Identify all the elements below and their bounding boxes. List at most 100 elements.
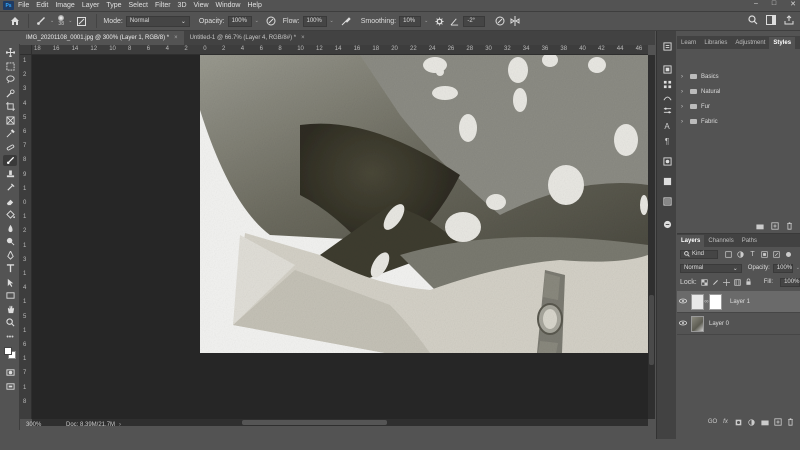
filter-toggle-icon[interactable] [786, 251, 791, 257]
dropdown-arrow-icon[interactable]: ⌄ [796, 265, 800, 271]
tab-adjustments[interactable]: Adjustment [731, 37, 769, 49]
crop-tool-icon[interactable] [3, 101, 17, 112]
clone-stamp-tool-icon[interactable] [3, 169, 17, 180]
layer-style-icon[interactable]: fx [721, 418, 730, 426]
tab-paths[interactable]: Paths [738, 235, 761, 247]
link-layers-icon[interactable]: GO [708, 418, 717, 426]
menu-window[interactable]: Window [216, 2, 241, 9]
new-group-icon[interactable] [755, 222, 764, 230]
menu-type[interactable]: Type [106, 2, 121, 9]
dropdown-arrow-icon[interactable]: ⌄ [255, 18, 259, 24]
maximize-button[interactable]: □ [772, 0, 776, 8]
more-tools-icon[interactable]: ••• [3, 332, 17, 343]
dropdown-arrow-icon[interactable]: ⌄ [68, 18, 72, 24]
menu-edit[interactable]: Edit [36, 2, 48, 9]
marquee-tool-icon[interactable] [3, 61, 17, 72]
layer-kind-filter[interactable]: Kind [680, 249, 718, 259]
rectangle-tool-icon[interactable] [3, 290, 17, 301]
filter-adjustment-icon[interactable] [736, 250, 745, 258]
dropdown-arrow-icon[interactable]: ⌄ [424, 18, 428, 24]
adjustments-panel-icon[interactable] [661, 105, 673, 116]
eraser-tool-icon[interactable] [3, 196, 17, 207]
healing-brush-tool-icon[interactable] [3, 142, 17, 153]
menu-help[interactable]: Help [247, 2, 261, 9]
frame-tool-icon[interactable] [3, 115, 17, 126]
adjustment-layer-icon[interactable] [747, 418, 756, 426]
move-tool-icon[interactable] [3, 47, 17, 58]
menu-filter[interactable]: Filter [155, 2, 171, 9]
scroll-thumb[interactable] [649, 295, 654, 365]
mode-select[interactable]: Normal ⌄ [125, 15, 190, 27]
smoothing-input[interactable]: 10% [399, 15, 422, 27]
symmetry-icon[interactable] [509, 15, 521, 27]
brush-tool-icon[interactable] [35, 15, 47, 27]
swatches-panel-icon[interactable] [661, 79, 673, 90]
tab-libraries[interactable]: Libraries [700, 37, 731, 49]
tab-learn[interactable]: Learn [677, 37, 700, 49]
tab-untitled-1[interactable]: Untitled-1 @ 66.7% (Layer 4, RGB/8#) * × [184, 31, 311, 45]
foreground-color-swatch[interactable] [4, 347, 12, 355]
layer-opacity-input[interactable]: 100% [772, 263, 793, 273]
layer-row-layer-0[interactable]: Layer 0 [677, 313, 800, 335]
eyedropper-tool-icon[interactable] [3, 128, 17, 139]
filter-shape-icon[interactable] [760, 250, 769, 258]
fill-input[interactable]: 100% [780, 277, 800, 287]
history-brush-tool-icon[interactable] [3, 182, 17, 193]
character-panel-icon[interactable]: A [661, 121, 673, 132]
airbrush-icon[interactable] [340, 15, 352, 27]
style-folder-natural[interactable]: › Natural [677, 84, 800, 99]
channels-panel-icon[interactable] [661, 196, 673, 207]
type-tool-icon[interactable] [3, 263, 17, 274]
close-tab-icon[interactable]: × [174, 35, 178, 41]
paint-bucket-tool-icon[interactable] [3, 209, 17, 220]
menu-3d[interactable]: 3D [178, 2, 187, 9]
vertical-scrollbar[interactable] [648, 55, 655, 419]
add-mask-icon[interactable] [734, 418, 743, 426]
workspace-icon[interactable] [766, 15, 776, 27]
dropdown-arrow-icon[interactable]: ⌄ [50, 18, 54, 24]
tab-styles[interactable]: Styles [769, 37, 796, 49]
flow-input[interactable]: 100% [302, 15, 327, 27]
paragraph-panel-icon[interactable]: ¶ [661, 136, 673, 147]
close-window-button[interactable]: ✕ [790, 0, 796, 8]
blur-tool-icon[interactable] [3, 223, 17, 234]
trash-icon[interactable] [785, 222, 794, 230]
path-select-tool-icon[interactable] [3, 277, 17, 288]
tab-channels[interactable]: Channels [704, 235, 737, 247]
tab-img-20201108[interactable]: IMG_20201108_0001.jpg @ 300% (Layer 1, R… [20, 31, 184, 45]
quick-select-tool-icon[interactable] [3, 88, 17, 99]
menu-file[interactable]: File [18, 2, 29, 9]
angle-input[interactable]: -2° [463, 15, 486, 27]
brush-settings-icon[interactable] [75, 15, 87, 27]
opacity-input[interactable]: 100% [227, 15, 252, 27]
eye-icon[interactable] [677, 298, 689, 306]
close-tab-icon[interactable]: × [301, 35, 305, 41]
canvas-area[interactable] [32, 55, 648, 419]
paths-panel-icon[interactable] [661, 219, 673, 230]
chevron-right-icon[interactable]: › [119, 422, 121, 428]
pressure-opacity-icon[interactable] [265, 15, 277, 27]
style-folder-basics[interactable]: › Basics [677, 69, 800, 84]
menu-view[interactable]: View [194, 2, 209, 9]
lasso-tool-icon[interactable] [3, 74, 17, 85]
dodge-tool-icon[interactable] [3, 236, 17, 247]
style-folder-fabric[interactable]: › Fabric [677, 114, 800, 129]
filter-pixel-icon[interactable] [724, 250, 733, 258]
pressure-size-icon[interactable] [494, 15, 506, 27]
brush-settings-panel-icon[interactable] [661, 92, 673, 103]
history-panel-icon[interactable] [661, 41, 673, 52]
color-swatches[interactable] [3, 346, 17, 360]
lock-all-icon[interactable] [745, 278, 752, 286]
properties-panel-icon[interactable] [661, 156, 673, 167]
home-icon[interactable] [8, 14, 22, 28]
search-icon[interactable] [748, 15, 758, 27]
eye-icon[interactable] [677, 320, 689, 328]
new-group-icon[interactable] [760, 418, 769, 426]
tab-layers[interactable]: Layers [677, 235, 705, 247]
new-layer-icon[interactable] [773, 418, 782, 426]
zoom-level[interactable]: 300% [26, 422, 56, 428]
layer-mask-thumbnail[interactable] [709, 293, 722, 310]
filter-type-icon[interactable]: T [748, 250, 757, 258]
gear-icon[interactable] [433, 15, 445, 27]
brush-tool-icon[interactable] [3, 155, 17, 166]
